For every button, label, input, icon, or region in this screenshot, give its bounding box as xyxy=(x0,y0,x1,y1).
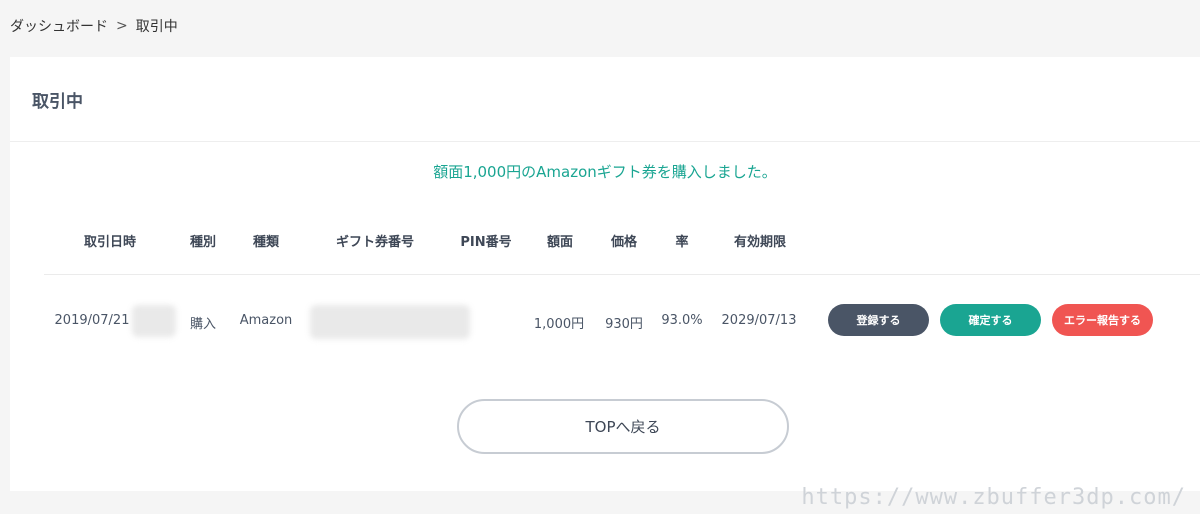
back-to-top-button[interactable]: TOPへ戻る xyxy=(457,399,789,454)
header-price: 価格 xyxy=(610,235,638,250)
cell-type: 購入 xyxy=(189,317,217,332)
header-gift-number: ギフト券番号 xyxy=(335,235,415,250)
header-pin: PIN番号 xyxy=(460,235,512,250)
breadcrumb-current: 取引中 xyxy=(135,19,178,35)
cell-rate: 93.0% xyxy=(661,313,703,328)
register-button[interactable]: 登録する xyxy=(828,304,929,336)
cell-kind: Amazon xyxy=(239,313,293,328)
table-divider xyxy=(44,274,1200,275)
cell-expiry: 2029/07/13 xyxy=(721,313,797,328)
header-kind: 種類 xyxy=(252,235,280,250)
cell-face-value: 1,000円 xyxy=(533,317,585,332)
confirm-button[interactable]: 確定する xyxy=(940,304,1041,336)
purchase-message: 額面1,000円のAmazonギフト券を購入しました。 xyxy=(433,163,777,181)
header-rate: 率 xyxy=(675,235,689,250)
cell-date: 2019/07/21 xyxy=(54,313,130,328)
header-type: 種別 xyxy=(189,235,217,250)
header-date: 取引日時 xyxy=(83,235,137,250)
watermark: https://www.zbuffer3dp.com/ xyxy=(801,485,1186,510)
redacted-gift-number xyxy=(310,305,470,339)
page-title: 取引中 xyxy=(32,91,83,112)
breadcrumb: ダッシュボード > 取引中 xyxy=(10,16,178,36)
breadcrumb-separator: > xyxy=(116,18,128,34)
transaction-card: 取引中 額面1,000円のAmazonギフト券を購入しました。 取引日時 種別 … xyxy=(10,57,1200,491)
card-header: 取引中 xyxy=(10,57,1200,142)
breadcrumb-home-link[interactable]: ダッシュボード xyxy=(10,16,108,36)
header-expiry: 有効期限 xyxy=(733,235,787,250)
header-face-value: 額面 xyxy=(546,235,574,250)
cell-price: 930円 xyxy=(605,317,643,332)
redacted-time xyxy=(132,305,176,337)
report-error-button[interactable]: エラー報告する xyxy=(1052,304,1153,336)
